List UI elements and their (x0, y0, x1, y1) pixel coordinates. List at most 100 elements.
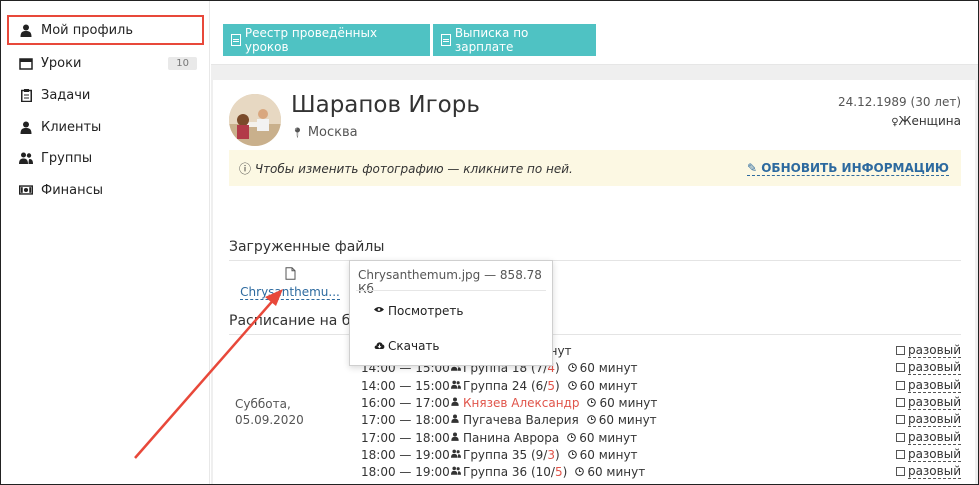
group-seats-close: ) (554, 447, 560, 462)
main-area: Реестр проведённых уроков Выписка по зар… (211, 1, 978, 484)
sidebar-item-tasks[interactable]: Задачи (9, 81, 205, 109)
one-time-checkbox[interactable]: разовый (895, 446, 961, 463)
view-file-button[interactable]: Посмотреть (374, 304, 463, 318)
salary-statement-button[interactable]: Выписка по зарплате (433, 24, 596, 56)
file-name: Chrysanthemu... (240, 285, 340, 300)
lesson-duration: 60 минут (567, 378, 638, 393)
clipboard-icon (19, 88, 33, 102)
sidebar-item-lessons[interactable]: Уроки 10 (9, 49, 205, 77)
one-time-label: разовый (907, 360, 961, 375)
sidebar-item-label: Мой профиль (41, 22, 133, 38)
clock-icon (567, 448, 580, 462)
sidebar-item-my-profile[interactable]: Мой профиль (7, 15, 204, 45)
schedule-day: Суббота, 05.09.2020 (235, 396, 304, 428)
download-file-button[interactable]: Скачать (374, 339, 440, 353)
female-icon: ♀ (891, 117, 899, 128)
client-link[interactable]: Пугачева Валерия (463, 413, 579, 427)
popover-title: Chrysanthemum.jpg — 858.78 Кб (358, 268, 542, 296)
download-file-label: Скачать (388, 339, 440, 353)
one-time-checkbox[interactable]: разовый (895, 411, 961, 428)
photo-notice: ⓘ Чтобы изменить фотографию — кликните п… (229, 150, 961, 186)
lesson-duration: 60 минут (567, 361, 638, 375)
sidebar-item-label: Финансы (41, 182, 104, 198)
checkbox-square[interactable] (895, 415, 905, 424)
lessons-count-badge: 10 (168, 56, 197, 70)
sidebar-item-label: Клиенты (41, 119, 102, 135)
view-file-label: Посмотреть (388, 304, 464, 318)
user-icon (19, 23, 33, 37)
sidebar-item-groups[interactable]: Группы (9, 144, 205, 172)
checkbox-square[interactable] (895, 381, 905, 390)
group-link[interactable]: Группа 36 (10/ (463, 465, 555, 479)
duration-label: 60 минут (587, 464, 646, 479)
schedule-row: 14:00 — 15:00 Группа 24 (6/5) 60 минут (361, 377, 638, 394)
checkbox-square[interactable] (895, 346, 905, 355)
schedule-section-title: Расписание на бл (229, 313, 360, 329)
day-name: Суббота, (235, 397, 291, 411)
checkbox-square[interactable] (895, 467, 905, 476)
files-section-title: Загруженные файлы (229, 239, 385, 255)
lesson-duration: 60 минут (575, 465, 645, 479)
notice-message: Чтобы изменить фотографию — кликните по … (254, 161, 573, 176)
lesson-duration: 60 минут (567, 448, 638, 462)
one-time-label: разовый (907, 412, 961, 427)
schedule-row: 18:00 — 19:00 Группа 35 (9/3) 60 минут (361, 446, 638, 463)
one-time-checkbox[interactable]: разовый (895, 377, 961, 394)
lessons-registry-button[interactable]: Реестр проведённых уроков (223, 24, 430, 56)
cloud-download-icon (374, 341, 385, 352)
update-info-link[interactable]: ✎ ОБНОВИТЬ ИНФОРМАЦИЮ (746, 160, 949, 176)
one-time-checkbox[interactable]: разовый (895, 429, 961, 446)
one-time-label: разовый (907, 447, 961, 462)
checkbox-square[interactable] (895, 450, 905, 459)
sidebar-item-clients[interactable]: Клиенты (9, 113, 205, 141)
day-date: 05.09.2020 (235, 413, 304, 427)
schedule-row: 17:00 — 18:00 Пугачева Валерия 60 минут (361, 411, 657, 428)
checkbox-square[interactable] (895, 398, 905, 407)
duration-label: 60 минут (579, 378, 638, 393)
pencil-icon: ✎ (746, 160, 758, 175)
clock-icon (567, 431, 579, 445)
one-time-checkbox[interactable]: разовый (895, 463, 961, 480)
users-icon (451, 380, 461, 392)
checkbox-square[interactable] (895, 363, 905, 372)
user-icon (451, 414, 461, 426)
notice-text: ⓘ Чтобы изменить фотографию — кликните п… (239, 160, 573, 177)
salary-statement-label: Выписка по зарплате (454, 26, 529, 54)
map-marker-icon: 📍︎ (291, 128, 304, 139)
profile-birthdate: 24.12.1989 (30 лет) (837, 95, 961, 109)
clock-icon (587, 396, 599, 410)
sidebar: Мой профиль Уроки 10 Задачи Клиенты Груп… (1, 1, 210, 484)
group-link[interactable]: Группа 24 (6/ (463, 379, 547, 393)
toolbar: Реестр проведённых уроков Выписка по зар… (211, 1, 978, 65)
lesson-time: 18:00 — 19:00 (361, 447, 450, 462)
user-icon (451, 432, 461, 444)
sidebar-item-finance[interactable]: Финансы (9, 176, 205, 204)
client-link[interactable]: Князев Александр (463, 396, 579, 410)
profile-card: Шарапов Игорь 📍︎ Москва 24.12.1989 (30 л… (213, 80, 975, 484)
document-icon (231, 34, 241, 46)
file-item[interactable]: Chrysanthemu... (235, 267, 345, 300)
file-icon (285, 267, 296, 283)
file-actions-popover: Chrysanthemum.jpg — 858.78 Кб Посмотреть… (349, 260, 553, 366)
duration-label: 60 минут (599, 395, 658, 410)
avatar[interactable] (229, 94, 281, 146)
profile-name: Шарапов Игорь (291, 92, 480, 118)
lesson-time: 17:00 — 18:00 (361, 412, 450, 427)
sidebar-item-label: Задачи (41, 87, 91, 103)
update-info-label: ОБНОВИТЬ ИНФОРМАЦИЮ (761, 160, 949, 175)
schedule-row: 18:00 — 19:00 Группа 36 (10/5) 60 минут (361, 463, 645, 480)
users-icon (451, 449, 461, 461)
lesson-time: 16:00 — 17:00 (361, 395, 450, 410)
clock-icon (567, 379, 580, 393)
group-link[interactable]: Группа 35 (9/ (463, 448, 547, 462)
one-time-checkbox[interactable]: разовый (895, 342, 961, 359)
client-link[interactable]: Панина Аврора (463, 431, 559, 445)
one-time-checkbox[interactable]: разовый (895, 394, 961, 411)
group-seats-close: ) (562, 464, 568, 479)
one-time-checkbox[interactable]: разовый (895, 359, 961, 376)
profile-gender: ♀Женщина (891, 114, 961, 128)
lesson-duration: 60 минут (587, 396, 657, 410)
duration-label: 60 минут (598, 412, 657, 427)
checkbox-square[interactable] (895, 433, 905, 442)
one-time-label: разовый (907, 378, 961, 393)
